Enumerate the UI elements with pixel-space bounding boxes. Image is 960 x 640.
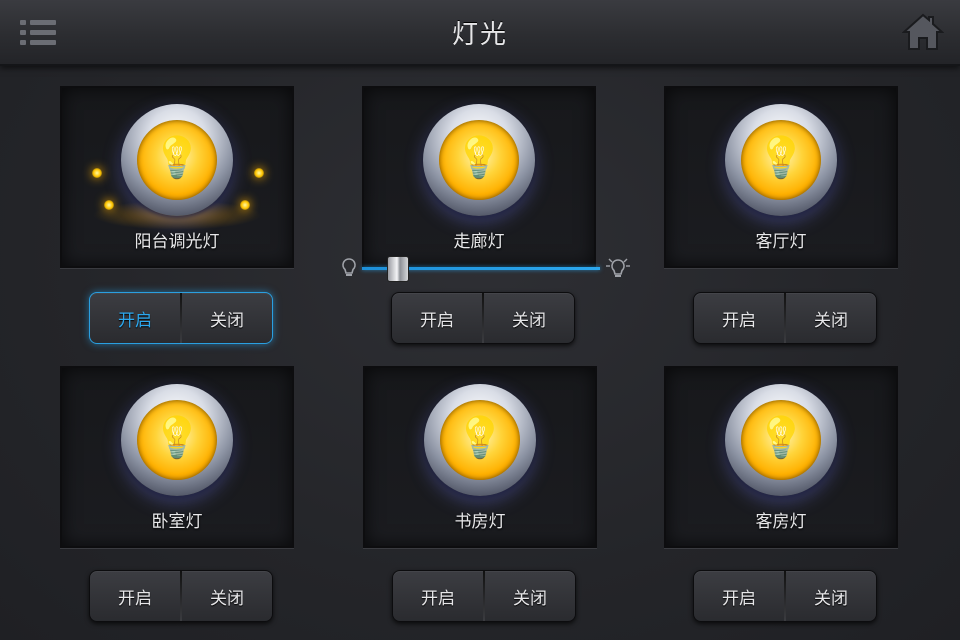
toggle-guest-room: 开启 关闭	[693, 570, 877, 622]
on-button[interactable]: 开启	[694, 293, 784, 343]
light-name: 客厅灯	[755, 232, 807, 252]
light-card-corridor: 💡 走廊灯	[362, 86, 596, 268]
toggle-study: 开启 关闭	[392, 570, 576, 622]
light-card-study: 💡 书房灯	[363, 366, 597, 548]
lighting-screen: 灯光 💡 阳台调光灯 💡 走廊灯 💡 客厅灯 开启 关闭 开启 关闭 开启 关闭…	[0, 0, 960, 640]
top-bar: 灯光	[0, 0, 960, 66]
light-name: 走廊灯	[453, 232, 505, 252]
home-icon[interactable]	[901, 12, 945, 52]
on-button[interactable]: 开启	[392, 293, 482, 343]
toggle-corridor: 开启 关闭	[391, 292, 575, 344]
bulb-icon[interactable]: 💡	[725, 384, 837, 496]
light-card-bedroom: 💡 卧室灯	[60, 366, 294, 548]
on-button[interactable]: 开启	[393, 571, 483, 621]
on-button[interactable]: 开启	[90, 571, 180, 621]
bulb-icon[interactable]: 💡	[423, 104, 535, 216]
slider-thumb[interactable]	[386, 256, 409, 282]
off-button[interactable]: 关闭	[182, 571, 272, 621]
on-button[interactable]: 开启	[90, 293, 180, 343]
bulb-icon[interactable]: 💡	[725, 104, 837, 216]
toggle-bedroom: 开启 关闭	[89, 570, 273, 622]
bulb-dim-icon	[342, 258, 356, 276]
toggle-living-room: 开启 关闭	[693, 292, 877, 344]
off-button[interactable]: 关闭	[182, 293, 272, 343]
bulb-icon[interactable]: 💡	[121, 104, 233, 216]
off-button[interactable]: 关闭	[485, 571, 575, 621]
off-button[interactable]: 关闭	[484, 293, 574, 343]
dimmer-slider[interactable]	[338, 254, 632, 282]
sparkle-icon	[240, 200, 250, 210]
toggle-balcony: 开启 关闭	[89, 292, 273, 344]
on-button[interactable]: 开启	[694, 571, 784, 621]
sparkle-icon	[104, 200, 114, 210]
light-card-guest-room: 💡 客房灯	[664, 366, 898, 548]
sparkle-icon	[254, 168, 264, 178]
light-card-living-room: 💡 客厅灯	[664, 86, 898, 268]
off-button[interactable]: 关闭	[786, 293, 876, 343]
bulb-icon[interactable]: 💡	[121, 384, 233, 496]
light-name: 卧室灯	[151, 512, 203, 532]
light-name: 客房灯	[755, 512, 807, 532]
light-name: 书房灯	[454, 512, 506, 532]
off-button[interactable]: 关闭	[786, 571, 876, 621]
sparkle-icon	[92, 168, 102, 178]
light-name: 阳台调光灯	[134, 232, 220, 252]
light-card-balcony: 💡 阳台调光灯	[60, 86, 294, 268]
page-title: 灯光	[451, 20, 508, 50]
bulb-bright-icon	[606, 258, 630, 277]
bulb-icon[interactable]: 💡	[424, 384, 536, 496]
